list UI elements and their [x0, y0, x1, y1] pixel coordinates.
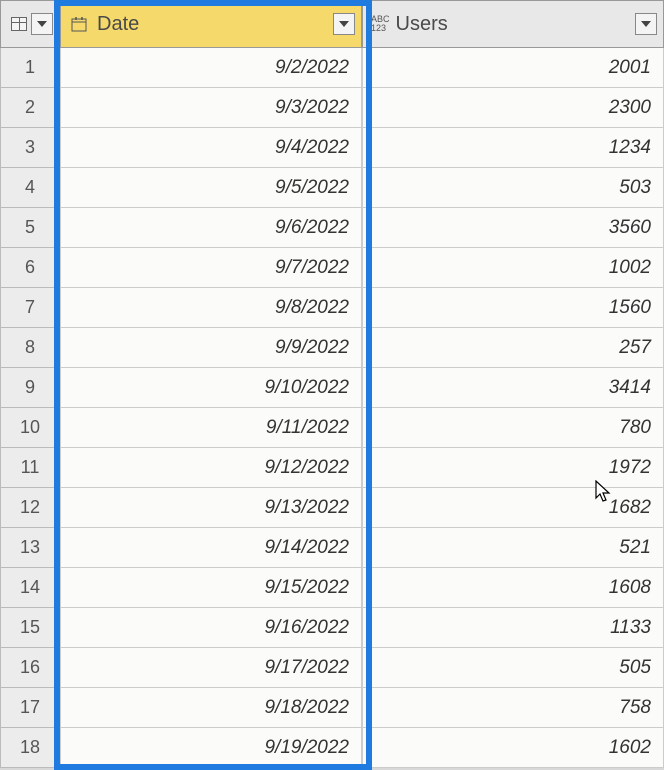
cell-date[interactable]: 9/12/2022	[60, 448, 362, 488]
cell-date[interactable]: 9/18/2022	[60, 688, 362, 728]
column-filter-dropdown[interactable]	[333, 13, 355, 35]
cell-users[interactable]: 1133	[362, 608, 664, 648]
row-number[interactable]: 16	[0, 648, 60, 688]
table-row[interactable]: 129/13/20221682	[0, 488, 664, 528]
row-number[interactable]: 17	[0, 688, 60, 728]
row-number[interactable]: 11	[0, 448, 60, 488]
cell-users[interactable]: 257	[362, 328, 664, 368]
column-filter-dropdown[interactable]	[635, 13, 657, 35]
cell-users[interactable]: 758	[362, 688, 664, 728]
row-number[interactable]: 15	[0, 608, 60, 648]
cell-date[interactable]: 9/2/2022	[60, 48, 362, 88]
table-row[interactable]: 189/19/20221602	[0, 728, 664, 768]
cell-date[interactable]: 9/7/2022	[60, 248, 362, 288]
abc123-icon: ABC123	[371, 15, 390, 33]
table-row[interactable]: 119/12/20221972	[0, 448, 664, 488]
table-row[interactable]: 69/7/20221002	[0, 248, 664, 288]
cell-users[interactable]: 503	[362, 168, 664, 208]
table-row[interactable]: 169/17/2022505	[0, 648, 664, 688]
column-label: Date	[97, 13, 139, 36]
cell-users[interactable]: 1972	[362, 448, 664, 488]
table-row[interactable]: 159/16/20221133	[0, 608, 664, 648]
cell-date[interactable]: 9/3/2022	[60, 88, 362, 128]
table-row[interactable]: 19/2/20222001	[0, 48, 664, 88]
cell-date[interactable]: 9/6/2022	[60, 208, 362, 248]
table-row[interactable]: 89/9/2022257	[0, 328, 664, 368]
row-number[interactable]: 2	[0, 88, 60, 128]
table-row[interactable]: 29/3/20222300	[0, 88, 664, 128]
query-table: Date ABC123 Users 19/2/2022200129/3/2022…	[0, 0, 664, 770]
cell-users[interactable]: 521	[362, 528, 664, 568]
cell-date[interactable]: 9/4/2022	[60, 128, 362, 168]
cell-users[interactable]: 1002	[362, 248, 664, 288]
cell-date[interactable]: 9/16/2022	[60, 608, 362, 648]
cell-users[interactable]: 2300	[362, 88, 664, 128]
row-number[interactable]: 1	[0, 48, 60, 88]
row-number-header[interactable]	[0, 0, 60, 48]
row-number[interactable]: 10	[0, 408, 60, 448]
cell-date[interactable]: 9/13/2022	[60, 488, 362, 528]
table-row[interactable]: 99/10/20223414	[0, 368, 664, 408]
cell-date[interactable]: 9/14/2022	[60, 528, 362, 568]
table-options-dropdown[interactable]	[31, 13, 53, 35]
table-row[interactable]: 49/5/2022503	[0, 168, 664, 208]
table-row[interactable]: 79/8/20221560	[0, 288, 664, 328]
row-number[interactable]: 7	[0, 288, 60, 328]
row-number[interactable]: 5	[0, 208, 60, 248]
cell-date[interactable]: 9/17/2022	[60, 648, 362, 688]
table-row[interactable]: 59/6/20223560	[0, 208, 664, 248]
table-row[interactable]: 39/4/20221234	[0, 128, 664, 168]
row-number[interactable]: 14	[0, 568, 60, 608]
cell-date[interactable]: 9/11/2022	[60, 408, 362, 448]
cell-users[interactable]: 1608	[362, 568, 664, 608]
column-header-users[interactable]: ABC123 Users	[362, 0, 664, 48]
cell-users[interactable]: 2001	[362, 48, 664, 88]
cell-users[interactable]: 1234	[362, 128, 664, 168]
column-header-date[interactable]: Date	[60, 0, 362, 48]
row-number[interactable]: 8	[0, 328, 60, 368]
header-row: Date ABC123 Users	[0, 0, 664, 48]
cell-date[interactable]: 9/8/2022	[60, 288, 362, 328]
cell-date[interactable]: 9/10/2022	[60, 368, 362, 408]
row-number[interactable]: 12	[0, 488, 60, 528]
cell-users[interactable]: 3560	[362, 208, 664, 248]
cell-date[interactable]: 9/5/2022	[60, 168, 362, 208]
table-row[interactable]: 139/14/2022521	[0, 528, 664, 568]
cell-users[interactable]: 1602	[362, 728, 664, 768]
row-number[interactable]: 13	[0, 528, 60, 568]
row-number[interactable]: 9	[0, 368, 60, 408]
table-row[interactable]: 149/15/20221608	[0, 568, 664, 608]
row-number[interactable]: 18	[0, 728, 60, 768]
row-number[interactable]: 6	[0, 248, 60, 288]
table-icon	[11, 17, 27, 31]
cell-date[interactable]: 9/15/2022	[60, 568, 362, 608]
table-row[interactable]: 109/11/2022780	[0, 408, 664, 448]
cell-date[interactable]: 9/19/2022	[60, 728, 362, 768]
calendar-icon	[69, 14, 89, 34]
table-row[interactable]: 179/18/2022758	[0, 688, 664, 728]
cell-users[interactable]: 3414	[362, 368, 664, 408]
row-number[interactable]: 4	[0, 168, 60, 208]
cell-users[interactable]: 780	[362, 408, 664, 448]
cell-users[interactable]: 1682	[362, 488, 664, 528]
cell-users[interactable]: 1560	[362, 288, 664, 328]
cell-users[interactable]: 505	[362, 648, 664, 688]
row-number[interactable]: 3	[0, 128, 60, 168]
cell-date[interactable]: 9/9/2022	[60, 328, 362, 368]
column-label: Users	[396, 13, 448, 36]
